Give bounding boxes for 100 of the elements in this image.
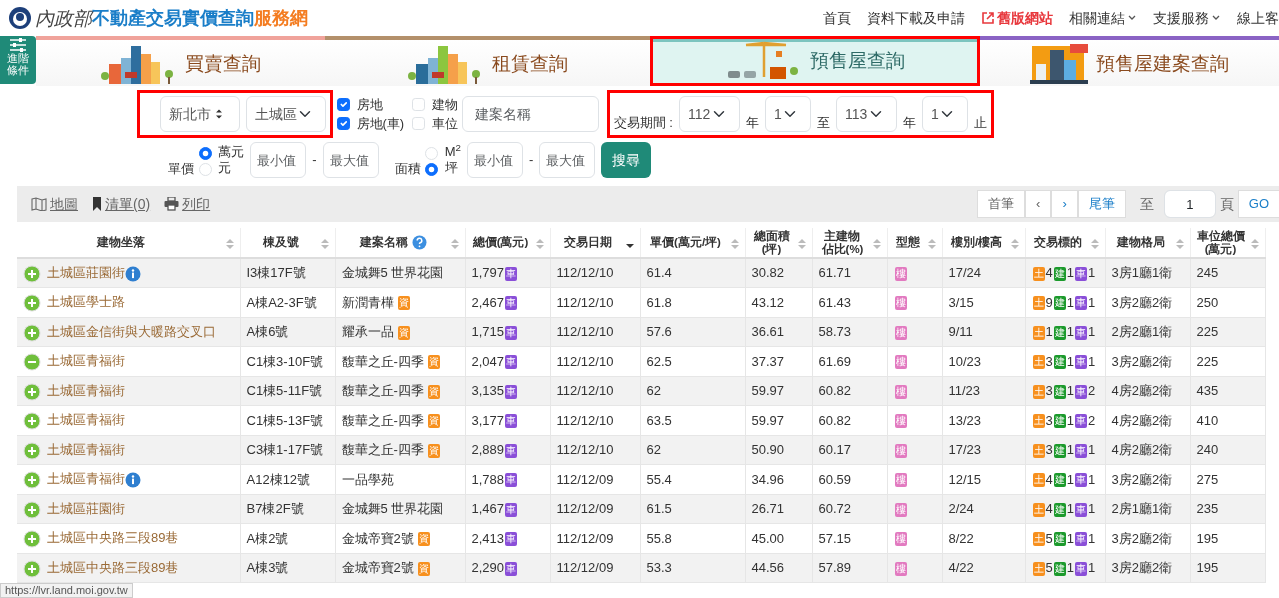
column-header[interactable]: 型態 [895,236,920,249]
target-badge: 建 [1053,266,1066,281]
transaction-date: 112/12/10 [556,265,614,281]
radio-button[interactable] [198,147,212,160]
column-header[interactable]: 總價(萬元) [472,236,529,249]
range-label: 面積 [394,159,421,178]
expand-icon[interactable] [23,412,41,431]
tab[interactable]: 租賃查詢 [325,36,650,86]
next-page-button[interactable]: › [1051,190,1078,218]
search-button[interactable]: 搜尋 [601,142,652,178]
column-header[interactable]: (坪) [761,242,782,256]
transaction-date: 112/12/10 [556,324,614,339]
expand-icon[interactable] [23,264,41,283]
tab[interactable]: 預售屋查詢 [650,36,980,86]
select-field[interactable]: 113 [835,96,897,132]
tab[interactable]: 買賣查詢 [36,36,325,86]
total-price: 1,797 [471,265,505,281]
unit-number: A棟6號 [246,324,289,339]
advanced-filter-button[interactable]: 進階條件 [0,36,36,84]
page-number-field[interactable]: 1 [1163,190,1216,218]
column-header[interactable]: 交易標的 [1034,236,1082,249]
layout-text: 3房1廳1衛 [1111,265,1173,281]
info-icon[interactable] [125,265,141,282]
expand-icon[interactable] [23,530,41,549]
target-count: 1 [1087,560,1096,575]
toolbar-link[interactable]: 列印 [164,193,211,215]
address-link[interactable]: 土城區青福街 [47,471,125,487]
expand-icon[interactable] [23,294,41,313]
column-header[interactable]: 佔比(%) [821,242,864,256]
column-header[interactable]: 建物坐落 [97,236,146,249]
address-link[interactable]: 土城區莊園街 [47,500,125,516]
help-icon[interactable] [411,235,427,250]
select-field[interactable]: 新北市 [160,96,240,132]
main-building-ratio: 61.69 [818,353,852,369]
max-value-field[interactable]: 最大值 [322,142,379,178]
address-link[interactable]: 土城區青福街 [47,353,125,369]
column-header[interactable]: 單價(萬元/坪) [650,236,721,249]
collapse-icon[interactable] [23,353,41,372]
target-badge: 車 [1074,355,1087,370]
nav-link[interactable]: 相關連結 [1069,7,1137,29]
first-page-button[interactable]: 首筆 [977,190,1026,218]
select-field[interactable]: 112 [678,96,740,132]
target-badge: 土 [1032,561,1045,576]
expand-icon[interactable] [23,323,41,342]
toolbar-link[interactable]: 清單(0) [92,193,151,215]
nav-link[interactable]: 首頁 [823,7,851,29]
column-header[interactable]: 建案名稱 [359,236,408,249]
min-value-field[interactable]: 最小值 [467,142,523,178]
address-link[interactable]: 土城區學士路 [47,294,125,310]
column-header[interactable]: (萬元) [1204,242,1237,256]
total-area: 34.96 [751,471,785,487]
emblem-icon [8,6,32,30]
total-price: 2,047 [471,353,505,369]
radio-button[interactable] [425,163,439,177]
expand-icon[interactable] [23,441,41,460]
total-area: 36.61 [751,324,785,339]
expand-icon[interactable] [23,471,41,490]
min-value-field[interactable]: 最小值 [250,142,307,178]
previous-page-button[interactable]: ‹ [1025,190,1052,218]
target-count: 3 [1045,353,1053,369]
target-badge: 土 [1032,266,1045,281]
column-header[interactable]: 交易日期 [564,236,612,249]
last-page-button[interactable]: 尾筆 [1077,190,1126,218]
checkbox[interactable] [337,97,350,111]
address-link[interactable]: 土城區青福街 [47,382,125,398]
project-name: 金城舞5 世界花園 [341,265,444,281]
address-link[interactable]: 土城區中央路三段89巷 [47,530,179,546]
target-count: 4 [1045,265,1053,281]
nav-link[interactable]: 舊版網站 [981,7,1053,29]
nav-link[interactable]: 支援服務 [1153,7,1221,29]
address-link[interactable]: 土城區青福街 [47,441,125,457]
info-icon[interactable] [125,472,141,489]
go-button[interactable]: GO [1237,190,1279,218]
target-badge: 建 [1053,325,1066,340]
nav-link[interactable]: 資料下載及申請 [867,7,965,29]
expand-icon[interactable] [23,500,41,519]
project-name-field[interactable]: 建案名稱 [461,96,599,132]
transaction-date: 112/12/10 [556,383,614,398]
radio-label: M$^{2}$ [444,143,461,159]
column-header[interactable]: 棟及號 [262,236,299,249]
address-link[interactable]: 土城區莊園街 [47,265,125,281]
max-value-field[interactable]: 最大值 [539,142,596,178]
column-header[interactable]: 主建物 [824,229,861,243]
expand-icon[interactable] [23,559,41,578]
expand-icon[interactable] [23,382,41,401]
main-building-ratio: 61.43 [818,294,852,310]
tab[interactable]: 預售屋建案查詢 [980,36,1279,86]
unit-price: 57.6 [646,324,672,339]
select-field[interactable]: 土城區 [246,96,326,132]
select-field[interactable]: 1 [921,96,968,132]
target-count: 3 [1045,442,1053,457]
toolbar-link[interactable]: 地圖 [31,193,78,215]
select-field[interactable]: 1 [764,96,811,132]
address-link[interactable]: 土城區青福街 [47,412,125,428]
column-header[interactable]: 樓別/樓高 [950,236,1003,249]
checkbox[interactable] [337,117,350,131]
column-header[interactable]: 總面積 [753,229,790,243]
nav-link[interactable]: 線上客 [1237,7,1279,29]
column-header[interactable]: 車位總價 [1196,229,1245,243]
column-header[interactable]: 建物格局 [1116,236,1165,249]
